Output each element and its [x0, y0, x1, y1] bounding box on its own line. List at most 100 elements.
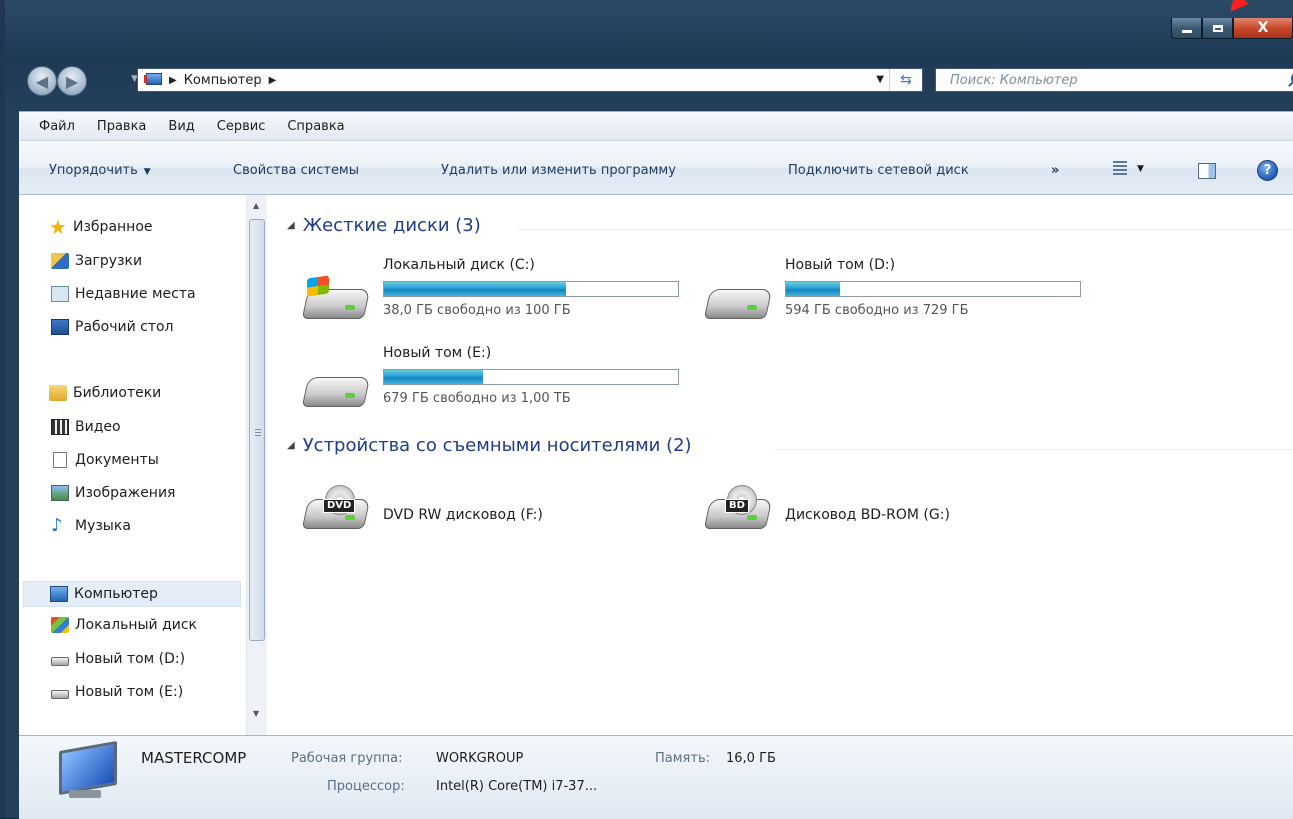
- nav-downloads[interactable]: Загрузки: [51, 253, 142, 269]
- nav-music[interactable]: ♪ Музыка: [51, 515, 131, 536]
- nav-computer-label: Компьютер: [74, 586, 158, 602]
- video-icon: [51, 419, 69, 435]
- nav-documents-label: Документы: [75, 452, 159, 468]
- map-network-drive-button[interactable]: Подключить сетевой диск: [788, 163, 969, 178]
- drive-name: DVD RW дисковод (F:): [383, 507, 543, 523]
- nav-recent-places[interactable]: Недавние места: [51, 286, 196, 302]
- scroll-thumb[interactable]: [249, 219, 265, 641]
- nav-scrollbar[interactable]: ▲ ▼: [246, 195, 268, 735]
- scroll-up-arrow-icon[interactable]: ▲: [253, 201, 259, 210]
- forward-button[interactable]: ▶: [57, 66, 87, 96]
- menu-help[interactable]: Справка: [287, 119, 344, 134]
- nav-desktop[interactable]: Рабочий стол: [51, 319, 174, 335]
- change-view-button[interactable]: ▼: [1113, 161, 1144, 177]
- group-divider: [519, 229, 1293, 230]
- menu-tools[interactable]: Сервис: [217, 119, 266, 134]
- breadcrumb-arrow-icon[interactable]: ▶: [269, 75, 277, 86]
- search-placeholder: Поиск: Компьютер: [950, 72, 1078, 88]
- downloads-folder-icon: [51, 253, 69, 269]
- nav-libraries[interactable]: Библиотеки: [49, 385, 161, 401]
- group-header-hard-drives[interactable]: ◢ Жесткие диски (3): [287, 215, 481, 236]
- system-properties-button[interactable]: Свойства системы: [233, 163, 359, 178]
- caption-buttons: X: [1171, 0, 1293, 39]
- processor-value: Intel(R) Core(TM) i7-37...: [436, 779, 598, 794]
- navigation-pane: ★ Избранное Загрузки Недавние места Рабо…: [19, 195, 268, 735]
- drive-free-space: 679 ГБ свободно из 1,00 ТБ: [383, 391, 571, 406]
- drive-tile-f[interactable]: DVD DVD RW дисковод (F:): [301, 467, 691, 547]
- drive-led-icon: [747, 515, 757, 520]
- more-commands-button[interactable]: »: [1051, 163, 1059, 178]
- nav-volume-d[interactable]: Новый том (D:): [51, 651, 185, 667]
- memory-label: Память:: [655, 751, 710, 766]
- drive-name: Новый том (D:): [785, 257, 896, 273]
- drive-tile-e[interactable]: Новый том (E:) 679 ГБ свободно из 1,00 Т…: [301, 345, 691, 425]
- computer-icon: [144, 73, 162, 87]
- computer-name: MASTERCOMP: [141, 749, 247, 767]
- close-button[interactable]: X: [1233, 18, 1293, 39]
- workgroup-value: WORKGROUP: [436, 751, 524, 766]
- hard-drive-icon: [51, 657, 69, 666]
- drive-tile-g[interactable]: BD Дисковод BD-ROM (G:): [703, 467, 1093, 547]
- nav-video[interactable]: Видео: [51, 419, 121, 435]
- drive-usage-bar: [785, 281, 1081, 297]
- scroll-down-arrow-icon[interactable]: ▼: [253, 709, 259, 718]
- nav-documents[interactable]: Документы: [51, 452, 159, 468]
- breadcrumb-arrow-icon[interactable]: ▶: [169, 75, 177, 86]
- nav-music-label: Музыка: [75, 518, 131, 534]
- organize-button[interactable]: Упорядочить ▼: [49, 163, 151, 178]
- nav-favorites[interactable]: ★ Избранное: [49, 215, 153, 239]
- desktop-icon: [51, 319, 69, 335]
- nav-images-label: Изображения: [75, 485, 176, 501]
- hard-drive-icon: [301, 363, 373, 419]
- system-drive-icon: [51, 617, 69, 633]
- drive-led-icon: [747, 305, 757, 310]
- organize-label: Упорядочить: [49, 163, 138, 178]
- uninstall-program-button[interactable]: Удалить или изменить программу: [441, 163, 676, 178]
- nav-recent-label: Недавние места: [75, 286, 196, 302]
- dvd-badge: DVD: [323, 499, 356, 513]
- nav-local-disk[interactable]: Локальный диск: [51, 617, 241, 633]
- command-bar: Упорядочить ▼ Свойства системы Удалить ил…: [19, 141, 1293, 195]
- nav-images[interactable]: Изображения: [51, 485, 175, 501]
- nav-desktop-label: Рабочий стол: [75, 319, 174, 335]
- monitor-screen-icon: [59, 740, 117, 796]
- star-icon: ★: [49, 215, 67, 239]
- nav-volume-e[interactable]: Новый том (E:): [51, 684, 183, 700]
- search-input[interactable]: Поиск: Компьютер: [935, 68, 1293, 92]
- drive-body-icon: [301, 377, 371, 407]
- libraries-icon: [49, 385, 67, 401]
- drive-led-icon: [345, 515, 355, 520]
- minimize-button[interactable]: [1171, 18, 1202, 39]
- maximize-button[interactable]: [1202, 18, 1233, 39]
- drive-body-icon: [703, 289, 773, 319]
- recent-places-icon: [51, 286, 69, 302]
- address-bar[interactable]: ▶ Компьютер ▶ ▼ ⇆: [137, 68, 923, 92]
- breadcrumb-computer[interactable]: Компьютер: [184, 73, 262, 88]
- workgroup-label: Рабочая группа:: [291, 751, 403, 766]
- drive-tile-c[interactable]: Локальный диск (C:) 38,0 ГБ свободно из …: [301, 257, 691, 337]
- group-title-hard-drives: Жесткие диски (3): [302, 215, 481, 236]
- refresh-button[interactable]: ⇆: [889, 69, 922, 91]
- drive-name: Дисковод BD-ROM (G:): [785, 507, 950, 523]
- menu-view[interactable]: Вид: [168, 119, 194, 134]
- dvd-drive-icon: DVD: [301, 485, 373, 541]
- drive-usage-bar: [383, 369, 679, 385]
- document-icon: [53, 452, 67, 468]
- group-header-removable[interactable]: ◢ Устройства со съемными носителями (2): [287, 435, 692, 456]
- nav-volume-e-label: Новый том (E:): [75, 684, 184, 700]
- menu-edit[interactable]: Правка: [97, 119, 146, 134]
- drive-tile-d[interactable]: Новый том (D:) 594 ГБ свободно из 729 ГБ: [703, 257, 1093, 337]
- collapse-triangle-icon[interactable]: ◢: [287, 440, 295, 451]
- nav-computer[interactable]: Компьютер: [23, 581, 241, 607]
- preview-pane-button[interactable]: [1198, 163, 1216, 179]
- collapse-triangle-icon[interactable]: ◢: [287, 220, 295, 231]
- image-icon: [51, 485, 69, 501]
- menu-file[interactable]: Файл: [39, 119, 75, 134]
- address-history-dropdown[interactable]: ▼: [876, 74, 884, 85]
- drive-usage-fill: [384, 282, 567, 296]
- help-button[interactable]: ?: [1257, 160, 1278, 181]
- group-title-removable: Устройства со съемными носителями (2): [302, 435, 692, 456]
- menu-bar: Файл Правка Вид Сервис Справка: [19, 111, 1293, 141]
- back-button[interactable]: ◀: [27, 66, 57, 96]
- music-note-icon: ♪: [51, 515, 63, 536]
